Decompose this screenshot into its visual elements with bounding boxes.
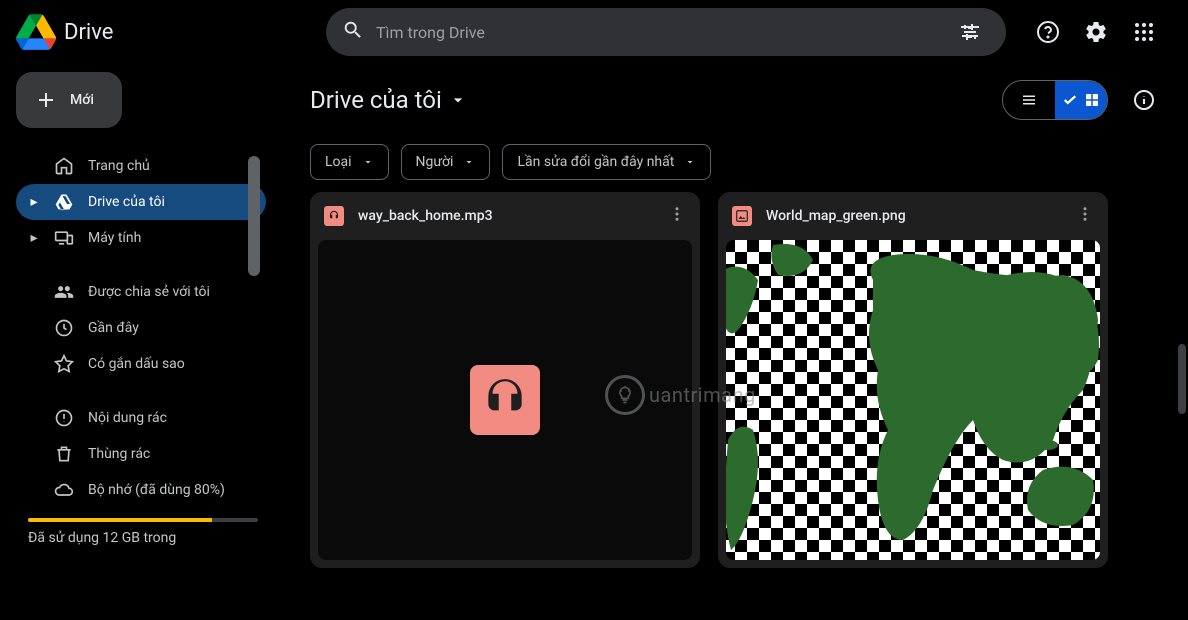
settings-icon[interactable] bbox=[1076, 12, 1116, 52]
new-button-label: Mới bbox=[70, 92, 94, 108]
storage-bar bbox=[28, 518, 258, 522]
chevron-down-icon bbox=[463, 156, 475, 168]
storage-text: Đã sử dụng 12 GB trong bbox=[28, 530, 280, 546]
star-icon bbox=[54, 354, 74, 374]
file-card-audio[interactable]: way_back_home.mp3 bbox=[310, 192, 700, 568]
image-file-icon bbox=[732, 206, 752, 226]
cloud-icon bbox=[54, 480, 74, 500]
chevron-down-icon bbox=[362, 156, 374, 168]
home-icon bbox=[54, 156, 74, 176]
sidebar-item-spam[interactable]: Nội dung rác bbox=[16, 400, 266, 436]
audio-file-icon bbox=[324, 206, 344, 226]
file-more-icon[interactable] bbox=[668, 205, 686, 227]
shared-icon bbox=[54, 282, 74, 302]
chevron-right-icon[interactable]: ▸ bbox=[28, 194, 40, 210]
main-scrollbar-thumb[interactable] bbox=[1178, 344, 1186, 414]
grid-icon bbox=[1083, 91, 1101, 109]
filter-chip-modified[interactable]: Lần sửa đổi gần đây nhất bbox=[502, 144, 711, 180]
sidebar-item-label: Nội dung rác bbox=[88, 410, 167, 426]
chip-label: Người bbox=[416, 154, 454, 170]
list-view-button[interactable] bbox=[1003, 81, 1055, 119]
drive-logo-icon bbox=[16, 12, 56, 52]
file-more-icon[interactable] bbox=[1076, 205, 1094, 227]
chip-label: Loại bbox=[325, 154, 352, 170]
file-thumbnail-audio bbox=[318, 240, 692, 560]
audio-big-icon bbox=[470, 365, 540, 435]
clock-icon bbox=[54, 318, 74, 338]
file-thumbnail-image bbox=[726, 240, 1100, 560]
sidebar-item-label: Có gắn dấu sao bbox=[88, 356, 185, 372]
filter-row: Loại Người Lần sửa đổi gần đây nhất bbox=[310, 144, 1164, 180]
view-controls bbox=[1002, 80, 1164, 120]
chip-label: Lần sửa đổi gần đây nhất bbox=[517, 154, 674, 170]
sidebar-item-shared[interactable]: Được chia sẻ với tôi bbox=[16, 274, 266, 310]
sidebar-item-label: Trang chủ bbox=[88, 158, 150, 174]
sidebar-item-my-drive[interactable]: ▸ Drive của tôi bbox=[16, 184, 266, 220]
main-header: Drive của tôi bbox=[310, 80, 1164, 120]
search-bar[interactable] bbox=[326, 8, 1006, 56]
grid-view-button[interactable] bbox=[1055, 81, 1107, 119]
storage-fill bbox=[28, 518, 212, 522]
page-title: Drive của tôi bbox=[310, 86, 442, 114]
info-icon[interactable] bbox=[1124, 80, 1164, 120]
sidebar: Mới Trang chủ ▸ Drive của tôi ▸ Máy tính bbox=[0, 64, 280, 620]
chevron-down-icon bbox=[684, 156, 696, 168]
search-options-icon[interactable] bbox=[950, 12, 990, 52]
help-icon[interactable] bbox=[1028, 12, 1068, 52]
app-name: Drive bbox=[64, 20, 113, 45]
search-icon bbox=[342, 19, 364, 45]
new-button[interactable]: Mới bbox=[16, 72, 122, 128]
filter-chip-type[interactable]: Loại bbox=[310, 144, 389, 180]
file-header: way_back_home.mp3 bbox=[310, 192, 700, 240]
sidebar-nav: Trang chủ ▸ Drive của tôi ▸ Máy tính Đượ… bbox=[16, 148, 266, 508]
page-title-dropdown[interactable]: Drive của tôi bbox=[310, 86, 468, 114]
sidebar-item-label: Máy tính bbox=[88, 230, 141, 246]
app-header: Drive bbox=[0, 0, 1188, 64]
file-name: World_map_green.png bbox=[766, 208, 1062, 224]
plus-icon bbox=[34, 88, 58, 112]
sidebar-item-starred[interactable]: Có gắn dấu sao bbox=[16, 346, 266, 382]
sidebar-scrollbar-thumb[interactable] bbox=[248, 156, 260, 276]
logo-area[interactable]: Drive bbox=[16, 12, 326, 52]
chevron-right-icon[interactable]: ▸ bbox=[28, 230, 40, 246]
sidebar-item-home[interactable]: Trang chủ bbox=[16, 148, 266, 184]
sidebar-item-label: Thùng rác bbox=[88, 446, 150, 462]
sidebar-item-label: Drive của tôi bbox=[88, 194, 165, 210]
sidebar-item-storage[interactable]: Bộ nhớ (đã dùng 80%) bbox=[16, 472, 266, 508]
sidebar-item-trash[interactable]: Thùng rác bbox=[16, 436, 266, 472]
trash-icon bbox=[54, 444, 74, 464]
sidebar-item-label: Gần đây bbox=[88, 320, 139, 336]
devices-icon bbox=[54, 228, 74, 248]
main-content: Drive của tôi bbox=[280, 64, 1188, 620]
filter-chip-people[interactable]: Người bbox=[401, 144, 491, 180]
view-toggle bbox=[1002, 80, 1108, 120]
chevron-down-icon bbox=[448, 90, 468, 110]
sidebar-item-computers[interactable]: ▸ Máy tính bbox=[16, 220, 266, 256]
spam-icon bbox=[54, 408, 74, 428]
file-name: way_back_home.mp3 bbox=[358, 208, 654, 224]
apps-grid-icon[interactable] bbox=[1124, 12, 1164, 52]
file-card-image[interactable]: World_map_green.png bbox=[718, 192, 1108, 568]
file-header: World_map_green.png bbox=[718, 192, 1108, 240]
check-icon bbox=[1061, 91, 1079, 109]
header-actions bbox=[1028, 12, 1172, 52]
sidebar-item-label: Được chia sẻ với tôi bbox=[88, 284, 210, 300]
sidebar-item-label: Bộ nhớ (đã dùng 80%) bbox=[88, 482, 225, 498]
files-grid: way_back_home.mp3 World_map bbox=[310, 192, 1164, 568]
drive-icon bbox=[54, 192, 74, 212]
list-icon bbox=[1020, 91, 1038, 109]
sidebar-item-recent[interactable]: Gần đây bbox=[16, 310, 266, 346]
search-input[interactable] bbox=[376, 23, 938, 42]
